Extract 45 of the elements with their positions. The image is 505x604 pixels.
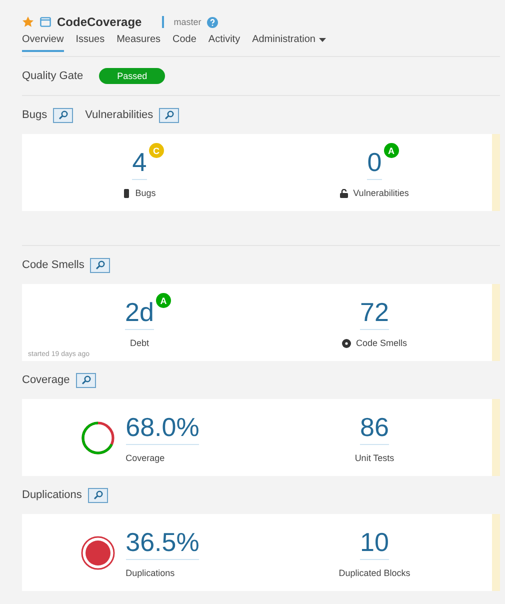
quality-gate-label: Quality Gate xyxy=(22,70,84,82)
rating-badge: A xyxy=(156,293,171,308)
measure-label: Bugs xyxy=(135,188,156,198)
measure-label: Code Smells xyxy=(356,338,408,348)
rating-badge: C xyxy=(148,143,164,158)
measure-value[interactable]: 68.0% xyxy=(126,412,200,445)
measure-value[interactable]: 36.5% xyxy=(126,527,200,560)
history-link-icon[interactable] xyxy=(90,258,110,272)
measure-value[interactable]: 86 xyxy=(360,412,389,445)
coverage-donut-icon xyxy=(80,420,116,456)
help-icon[interactable] xyxy=(207,16,218,28)
star-icon[interactable] xyxy=(22,16,34,28)
quality-gate-status: Passed xyxy=(99,68,166,84)
nav-tab[interactable]: Overview xyxy=(22,34,64,52)
section-title: Bugs xyxy=(22,109,48,121)
measure-label: Duplications xyxy=(126,568,175,578)
measure-label: Duplicated Blocks xyxy=(338,568,410,578)
section-title: Vulnerabilities xyxy=(85,109,154,121)
branch-name[interactable]: master xyxy=(174,17,202,27)
measure-value[interactable]: 72 xyxy=(360,297,389,330)
section-title: Duplications xyxy=(22,489,82,501)
measure-label: Vulnerabilities xyxy=(353,188,409,198)
history-link-icon[interactable] xyxy=(159,108,180,122)
duplication-bubble-icon xyxy=(80,534,116,570)
project-name[interactable]: CodeCoverage xyxy=(57,15,142,29)
lock-icon xyxy=(340,188,348,198)
history-link-icon[interactable] xyxy=(76,372,96,388)
section-title: Coverage xyxy=(22,374,70,386)
nav-tab[interactable]: Issues xyxy=(76,34,105,52)
project-icon xyxy=(40,17,51,27)
measure-label: Coverage xyxy=(126,453,165,463)
measure-label: Debt xyxy=(130,338,149,348)
measure-value[interactable]: 2d xyxy=(125,297,154,330)
nav-tab[interactable]: Code xyxy=(172,34,196,52)
history-link-icon[interactable] xyxy=(88,488,108,502)
measure-label: Unit Tests xyxy=(354,453,394,463)
history-link-icon[interactable] xyxy=(53,108,74,122)
measure-value[interactable]: 10 xyxy=(360,527,389,560)
nav-tab[interactable]: Measures xyxy=(116,34,160,52)
measure-value[interactable]: 0 xyxy=(367,147,382,180)
measure-value[interactable]: 4 xyxy=(132,147,147,180)
nav-tab[interactable]: Administration xyxy=(252,34,326,52)
nav-tab[interactable]: Activity xyxy=(208,34,240,52)
rating-badge: A xyxy=(384,143,399,158)
section-title: Code Smells xyxy=(22,259,84,271)
